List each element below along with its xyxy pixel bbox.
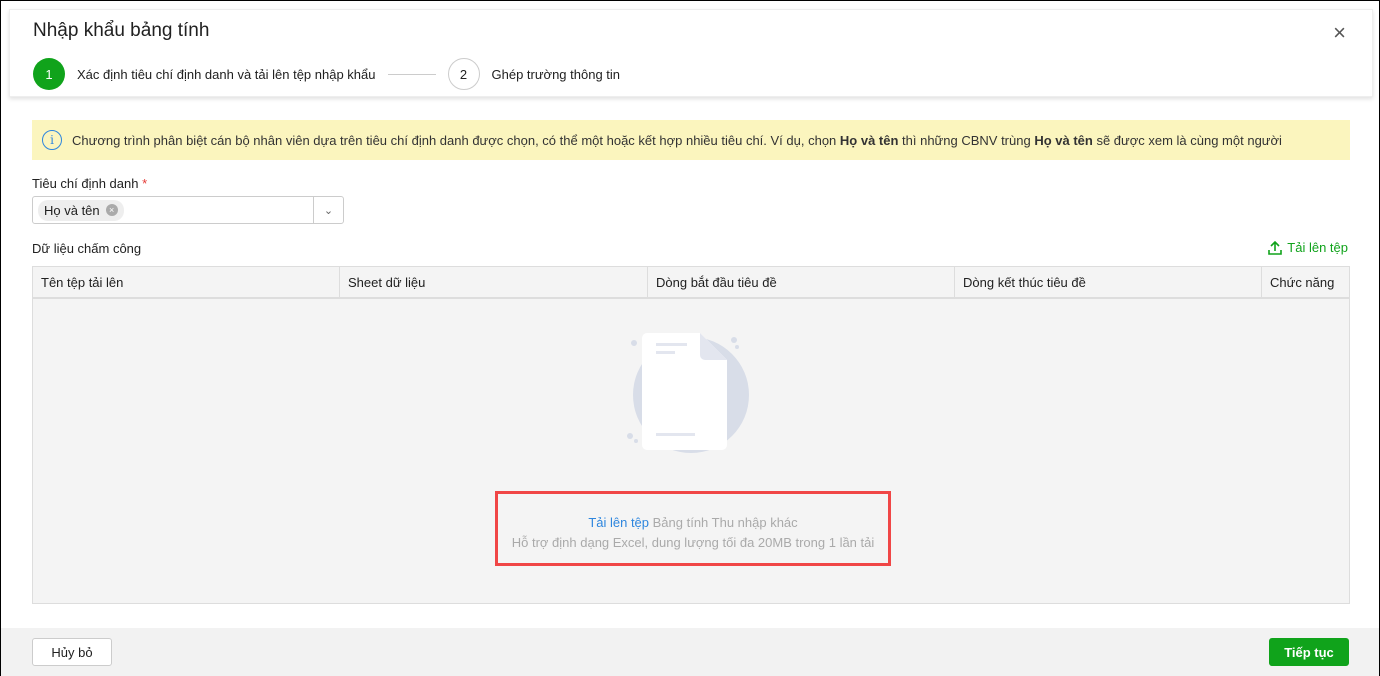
upload-table: Tên tệp tải lên Sheet dữ liệu Dòng bắt đ…	[32, 266, 1350, 604]
data-section-label: Dữ liệu chấm công	[32, 241, 142, 256]
column-header: Sheet dữ liệu	[340, 267, 648, 297]
step-2-circle: 2	[447, 58, 480, 90]
info-banner: i Chương trình phân biệt cán bộ nhân viê…	[32, 120, 1350, 160]
continue-button[interactable]: Tiếp tục	[1269, 638, 1349, 666]
dialog-footer: Hủy bỏ Tiếp tục	[1, 628, 1379, 676]
step-1-circle: 1	[33, 58, 65, 90]
dialog-header: Nhập khẩu bảng tính × 1 Xác định tiêu ch…	[9, 9, 1373, 97]
upload-icon	[1268, 240, 1283, 255]
chevron-down-icon[interactable]: ⌄	[313, 197, 343, 223]
column-header: Tên tệp tải lên	[33, 267, 340, 297]
column-header: Chức năng	[1270, 274, 1335, 290]
cancel-button[interactable]: Hủy bỏ	[32, 638, 112, 666]
dialog-title: Nhập khẩu bảng tính	[33, 20, 210, 41]
upload-dropzone[interactable]: Tải lên tệp Bảng tính Thu nhập khác Hỗ t…	[495, 491, 891, 566]
table-header: Tên tệp tải lên Sheet dữ liệu Dòng bắt đ…	[33, 267, 1349, 299]
criteria-label: Tiêu chí định danh *	[32, 176, 148, 191]
info-icon: i	[42, 130, 62, 150]
step-2-label: Ghép trường thông tin	[491, 66, 621, 82]
stepper: 1 Xác định tiêu chí định danh và tải lên…	[33, 58, 620, 90]
close-icon[interactable]: ×	[1333, 20, 1346, 46]
upload-file-button[interactable]: Tải lên tệp	[1268, 240, 1348, 255]
remove-tag-icon[interactable]: ×	[105, 204, 118, 216]
step-connector	[387, 73, 436, 75]
upload-hint: Hỗ trợ định dạng Excel, dung lượng tối đ…	[511, 535, 875, 550]
step-1-label: Xác định tiêu chí định danh và tải lên t…	[77, 66, 376, 82]
column-header: Dòng bắt đầu tiêu đề	[648, 267, 955, 297]
upload-link[interactable]: Tải lên tệp	[588, 515, 649, 530]
criteria-select[interactable]: Họ và tên × ⌄	[32, 196, 344, 224]
banner-text: Chương trình phân biệt cán bộ nhân viên …	[72, 132, 1282, 148]
empty-file-illustration	[627, 333, 749, 453]
selected-tag: Họ và tên ×	[38, 199, 124, 221]
column-header: Dòng kết thúc tiêu đề	[955, 267, 1262, 297]
